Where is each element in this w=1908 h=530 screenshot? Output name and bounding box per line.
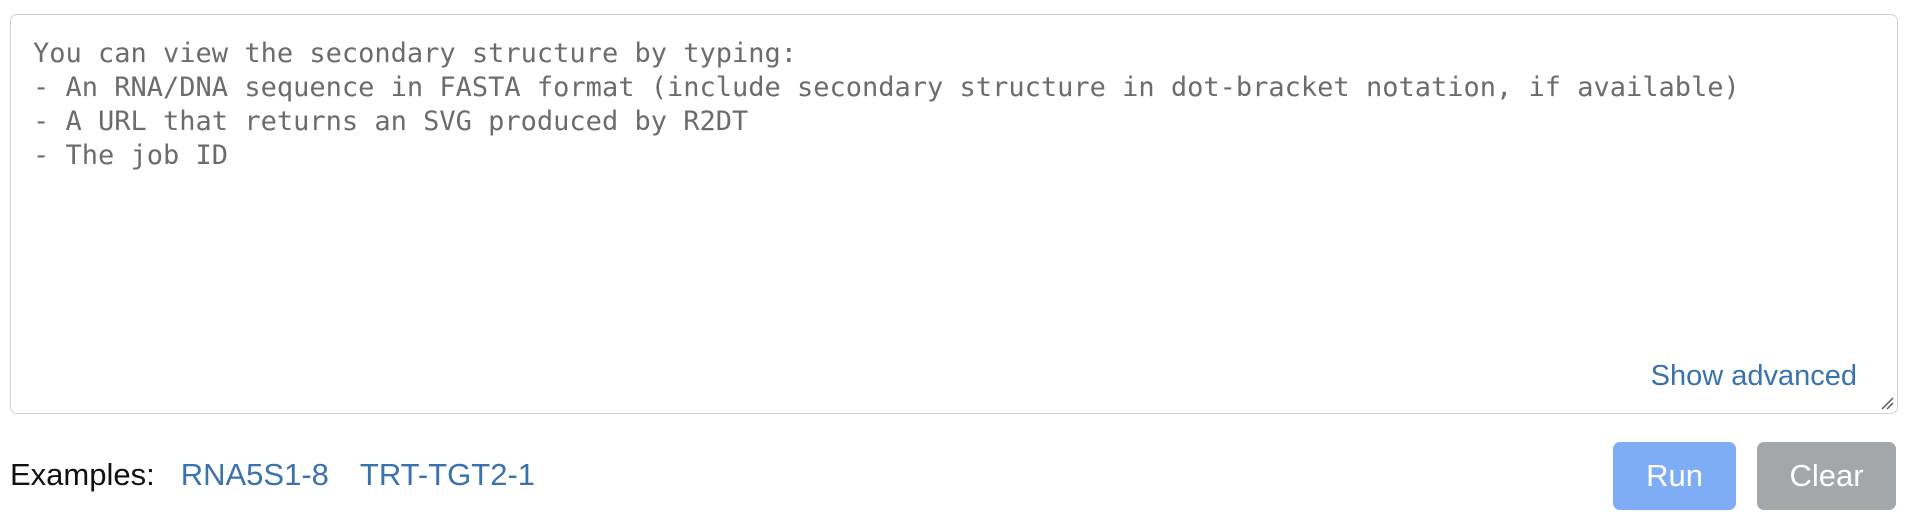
examples-label: Examples:: [10, 457, 155, 492]
run-button[interactable]: Run: [1613, 442, 1736, 510]
show-advanced-link[interactable]: Show advanced: [1651, 358, 1857, 394]
example-link-trt-tgt2-1[interactable]: TRT-TGT2-1: [360, 457, 535, 493]
sequence-textarea[interactable]: [11, 15, 1897, 413]
resize-handle-icon[interactable]: [1878, 394, 1894, 410]
example-link-rna5s1-8[interactable]: RNA5S1-8: [181, 457, 329, 493]
clear-button[interactable]: Clear: [1757, 442, 1896, 510]
examples-row: Examples: RNA5S1-8 TRT-TGT2-1: [10, 455, 566, 495]
sequence-input-container: Show advanced: [10, 14, 1898, 414]
